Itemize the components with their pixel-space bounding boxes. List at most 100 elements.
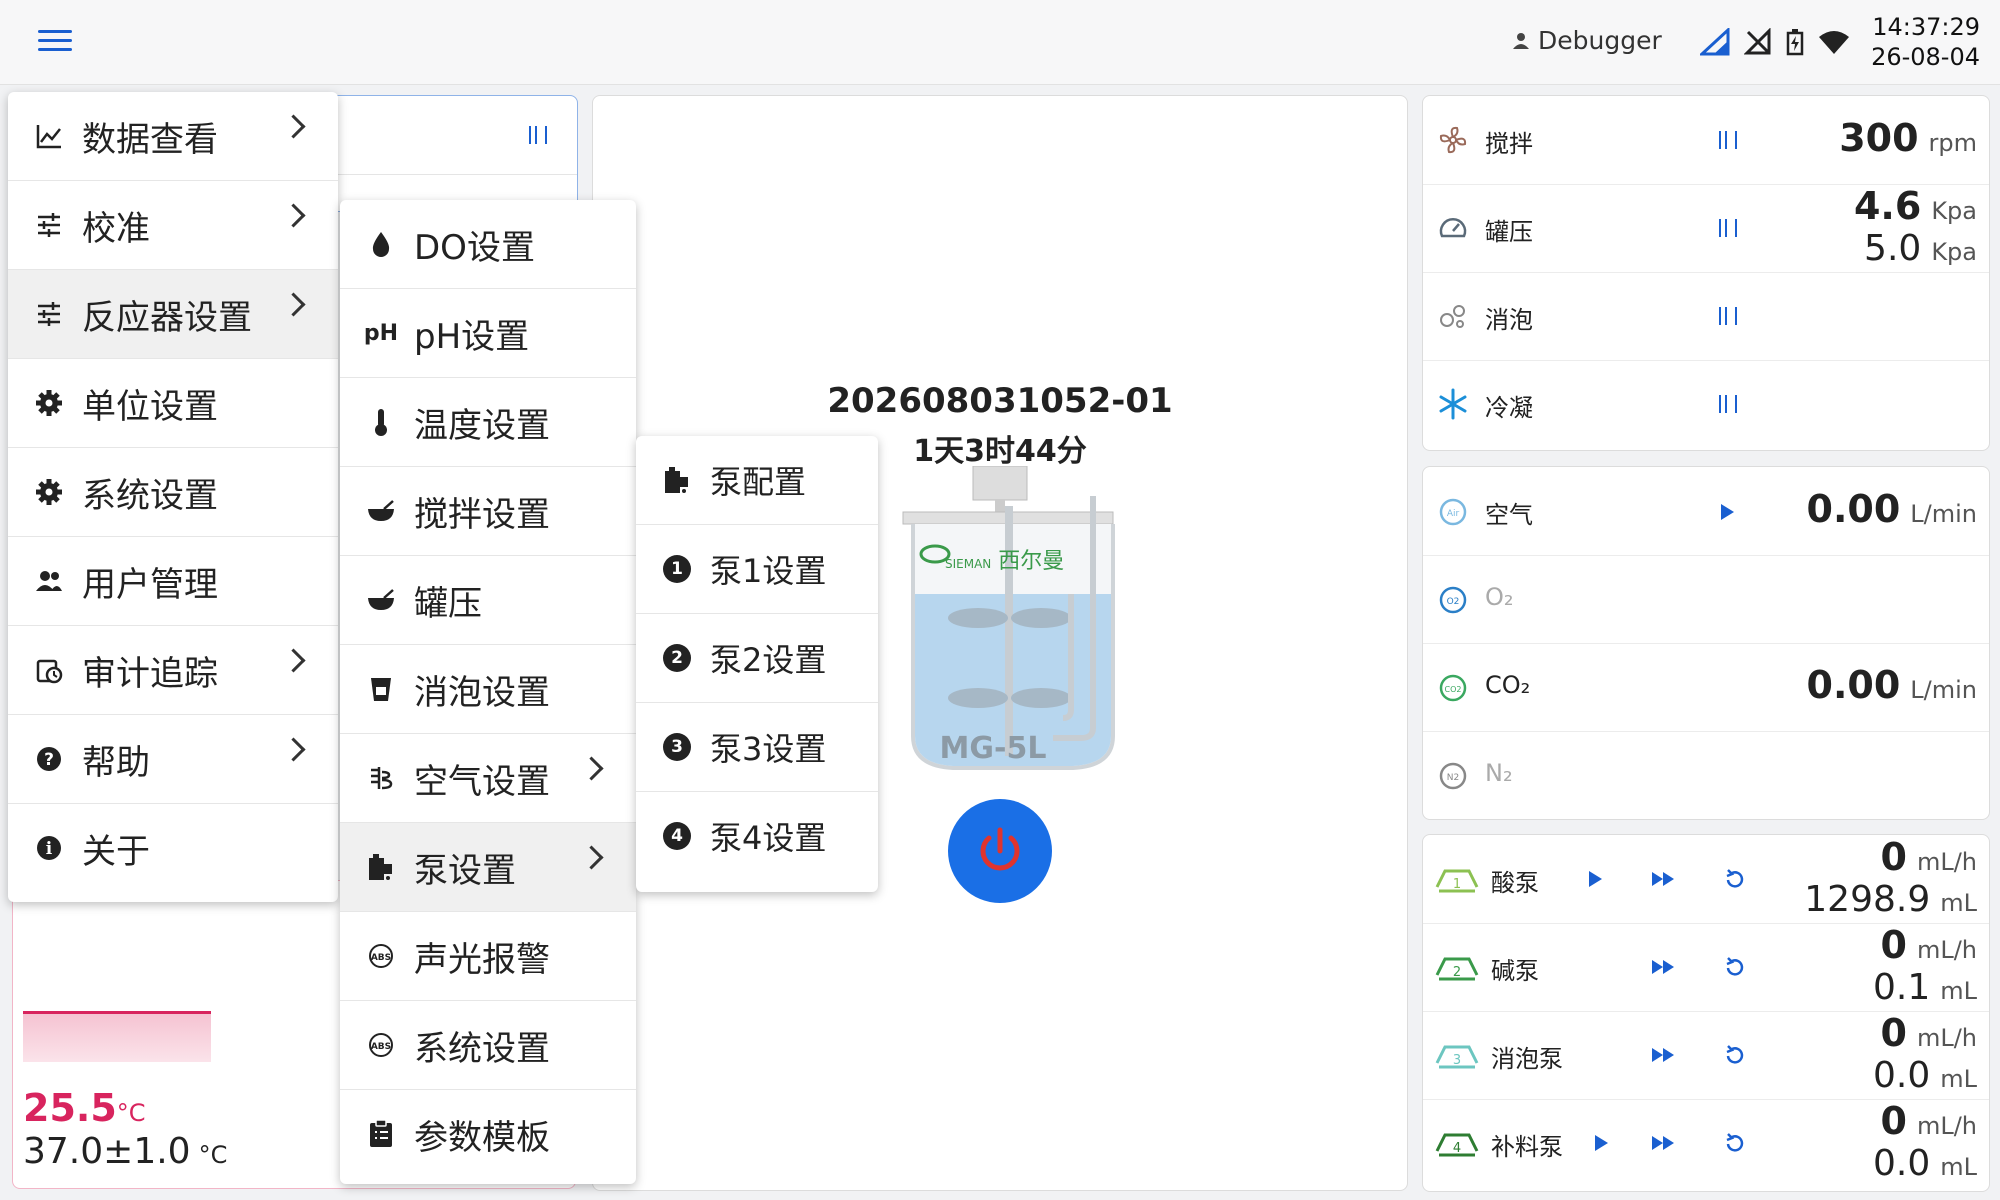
menu-item-label: 空气设置 <box>414 761 550 802</box>
control-panel: 搅拌 300 rpm 罐压 4.6 Kpa 5.0 Kpa 消泡 冷凝 <box>1422 95 1990 451</box>
menu-item-pump4-settings[interactable]: 4 泵4设置 <box>636 792 878 880</box>
menu-item-unit-settings[interactable]: 单位设置 <box>8 359 338 448</box>
menu-item-temperature-settings[interactable]: 温度设置 <box>340 378 636 467</box>
menu-item-reactor-system-settings[interactable]: ABS 系统设置 <box>340 1001 636 1090</box>
feed-pump-label: 补料泵 <box>1491 1133 1563 1161</box>
hamburger-menu-icon[interactable] <box>38 28 72 54</box>
antifoam-row[interactable]: 消泡 <box>1423 272 1989 361</box>
n2-row[interactable]: N2 N₂ <box>1423 731 1989 819</box>
pump-icon <box>662 465 692 495</box>
acid-pump-reset-icon[interactable] <box>1723 867 1747 891</box>
number-two-icon: 2 <box>662 643 692 673</box>
base-pump-row[interactable]: 2 碱泵 0 mL/h 0.1 mL <box>1423 923 1989 1012</box>
chevron-right-icon <box>281 737 306 762</box>
acid-pump-fast-forward-icon[interactable] <box>1652 872 1674 886</box>
chevron-right-icon <box>579 756 604 781</box>
menu-item-label: 系统设置 <box>414 1028 550 1069</box>
antifoam-pump-row[interactable]: 3 消泡泵 0 mL/h 0.0 mL <box>1423 1011 1989 1100</box>
menu-item-about[interactable]: i 关于 <box>8 804 338 892</box>
menu-item-label: 数据查看 <box>82 119 218 160</box>
stir-pause-icon[interactable] <box>1719 131 1737 149</box>
no-sim-icon <box>1744 28 1771 55</box>
battery-charging-icon <box>1786 29 1804 56</box>
air-play-icon[interactable] <box>1721 504 1734 520</box>
signal-icon <box>1700 28 1730 56</box>
menu-item-pressure[interactable]: 罐压 <box>340 556 636 645</box>
air-row[interactable]: Air 空气 0.00 L/min <box>1423 467 1989 556</box>
condense-pause-icon[interactable] <box>1719 395 1737 413</box>
base-pump-reset-icon[interactable] <box>1723 955 1747 979</box>
air-label: 空气 <box>1485 501 1533 529</box>
antifoam-pump-fast-forward-icon[interactable] <box>1652 1048 1674 1062</box>
number-four-icon: 4 <box>662 821 692 851</box>
pause-icon[interactable] <box>529 126 547 144</box>
svg-text:ABS: ABS <box>371 1042 391 1052</box>
antifoam-pump-reset-icon[interactable] <box>1723 1043 1747 1067</box>
menu-item-pump2-settings[interactable]: 2 泵2设置 <box>636 614 878 703</box>
sensor-card-top[interactable] <box>330 95 578 212</box>
menu-item-user-management[interactable]: 用户管理 <box>8 537 338 626</box>
feed-pump-row[interactable]: 4 补料泵 0 mL/h 0.0 mL <box>1423 1099 1989 1187</box>
air-icon <box>366 763 396 793</box>
username: Debugger <box>1538 26 1662 55</box>
user-icon <box>1513 32 1529 49</box>
reactor-settings-menu: DO设置 pH pH设置 温度设置 搅拌设置 罐压 消泡设置 空气设置 泵设置 … <box>340 200 636 1184</box>
svg-text:?: ? <box>44 750 54 770</box>
menu-item-help[interactable]: ? 帮助 <box>8 715 338 804</box>
feed-pump-reset-icon[interactable] <box>1723 1131 1747 1155</box>
acid-pump-play-icon[interactable] <box>1589 871 1602 887</box>
pressure-pause-icon[interactable] <box>1719 219 1737 237</box>
info-icon: i <box>34 833 64 863</box>
menu-item-audit-trail[interactable]: 审计追踪 <box>8 626 338 715</box>
cup-icon <box>366 674 396 704</box>
tune-icon <box>34 299 64 329</box>
menu-item-label: 关于 <box>82 831 150 872</box>
temperature-bar <box>23 1011 211 1062</box>
stir-label: 搅拌 <box>1485 130 1533 158</box>
base-pump-fast-forward-icon[interactable] <box>1652 960 1674 974</box>
menu-item-pump-config[interactable]: 泵配置 <box>636 436 878 525</box>
menu-item-air-settings[interactable]: 空气设置 <box>340 734 636 823</box>
power-button[interactable] <box>948 799 1052 903</box>
number-one-icon: 1 <box>662 554 692 584</box>
co2-row[interactable]: CO2 CO₂ 0.00 L/min <box>1423 643 1989 732</box>
wifi-icon <box>1819 31 1849 54</box>
o2-row[interactable]: O2 O₂ <box>1423 555 1989 644</box>
co2-label: CO₂ <box>1485 671 1531 699</box>
bubbles-icon <box>1440 305 1465 328</box>
feed-pump-fast-forward-icon[interactable] <box>1652 1136 1674 1150</box>
menu-item-label: 泵3设置 <box>710 730 827 768</box>
antifoam-label: 消泡 <box>1485 306 1533 334</box>
menu-item-ph-settings[interactable]: pH pH设置 <box>340 289 636 378</box>
svg-text:i: i <box>46 839 53 859</box>
menu-item-pump-settings[interactable]: 泵设置 <box>340 823 636 912</box>
menu-item-alarm[interactable]: ABS 声光报警 <box>340 912 636 1001</box>
menu-item-antifoam-settings[interactable]: 消泡设置 <box>340 645 636 734</box>
pump-panel: 1 酸泵 0 mL/h 1298.9 mL 2 碱泵 0 mL/h 0.1 mL 3 消… <box>1422 834 1990 1192</box>
acid-pump-row[interactable]: 1 酸泵 0 mL/h 1298.9 mL <box>1423 835 1989 924</box>
menu-item-pump1-settings[interactable]: 1 泵1设置 <box>636 525 878 614</box>
menu-item-system-settings[interactable]: 系统设置 <box>8 448 338 537</box>
condense-row[interactable]: 冷凝 <box>1423 360 1989 448</box>
menu-item-reactor-settings[interactable]: 反应器设置 <box>8 270 338 359</box>
menu-item-label: 用户管理 <box>82 564 218 605</box>
menu-item-data-view[interactable]: 数据查看 <box>8 92 338 181</box>
acid-pump-total: 1298.9 mL <box>1804 879 1977 920</box>
gear-icon <box>34 477 64 507</box>
menu-item-label: 反应器设置 <box>82 297 252 338</box>
menu-item-pump3-settings[interactable]: 3 泵3设置 <box>636 703 878 792</box>
pressure-row[interactable]: 罐压 4.6 Kpa 5.0 Kpa <box>1423 184 1989 273</box>
clock-date: 26-08-04 <box>1871 43 1980 71</box>
feed-pump-play-icon[interactable] <box>1595 1135 1608 1151</box>
user-indicator[interactable]: Debugger <box>1512 26 1662 55</box>
history-icon <box>34 655 64 685</box>
menu-item-calibration[interactable]: 校准 <box>8 181 338 270</box>
menu-item-do-settings[interactable]: DO设置 <box>340 200 636 289</box>
air-icon: Air <box>1439 498 1467 526</box>
menu-item-stir-settings[interactable]: 搅拌设置 <box>340 467 636 556</box>
menu-item-label: 参数模板 <box>414 1117 550 1158</box>
menu-item-parameter-template[interactable]: 参数模板 <box>340 1090 636 1178</box>
stir-row[interactable]: 搅拌 300 rpm <box>1423 96 1989 185</box>
antifoam-pause-icon[interactable] <box>1719 307 1737 325</box>
menu-item-label: 泵设置 <box>414 850 516 891</box>
